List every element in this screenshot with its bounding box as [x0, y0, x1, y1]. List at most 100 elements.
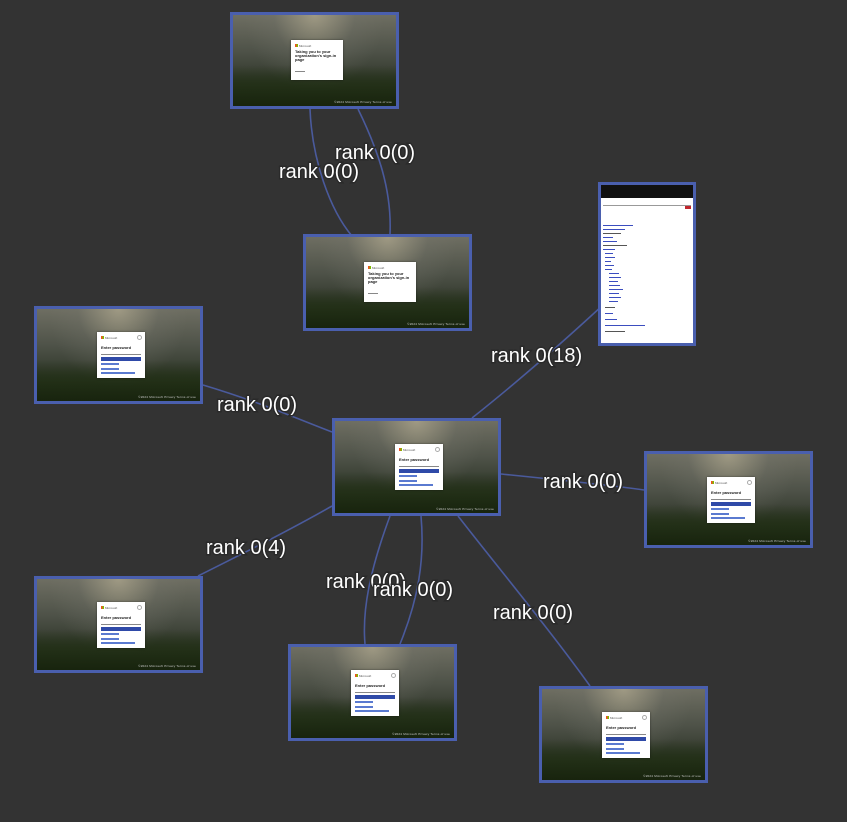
account-icon — [642, 715, 647, 720]
edge-label: rank 0(4) — [206, 537, 286, 559]
edge-label: rank 0(18) — [491, 345, 582, 367]
dialog-link[interactable] — [606, 752, 640, 754]
page-text-line — [605, 261, 611, 263]
account-icon — [137, 605, 142, 610]
dialog-link[interactable] — [399, 480, 417, 482]
screenshot-node[interactable]: Microsoft Enter password ©2024 Microsoft P… — [34, 306, 203, 404]
edge-label: rank 0(0) — [543, 471, 623, 493]
screenshot-node[interactable]: Microsoft Enter password ©2024 Microsoft P… — [644, 451, 813, 548]
page-footer: ©2024 Microsoft Privacy Terms of use — [436, 507, 494, 511]
microsoft-logo: Microsoft — [606, 716, 622, 720]
page-footer: ©2024 Microsoft Privacy Terms of use — [334, 100, 392, 104]
dialog-link[interactable] — [606, 748, 624, 750]
sign-in-button[interactable] — [711, 502, 751, 506]
screenshot-node[interactable]: Microsoft Enter password ©2024 Microsoft P… — [332, 418, 501, 516]
edge-label: rank 0(0) — [279, 161, 359, 183]
password-field[interactable] — [606, 731, 646, 735]
page-red-button — [685, 206, 691, 209]
dialog-title: Enter password — [711, 490, 742, 495]
sign-in-button[interactable] — [101, 627, 141, 631]
page-text-line — [609, 285, 620, 287]
edge-label: rank 0(0) — [217, 394, 297, 416]
signin-dialog: Microsoft Enter password — [97, 602, 145, 648]
dialog-title: Enter password — [355, 683, 386, 688]
dialog-title: Enter password — [101, 615, 132, 620]
edge-n5-n9 — [457, 515, 591, 687]
dialog-link[interactable] — [355, 706, 373, 708]
password-field[interactable] — [101, 351, 141, 355]
dialog-link[interactable] — [711, 508, 729, 510]
webpage-thumbnail — [601, 185, 693, 343]
account-icon — [435, 447, 440, 452]
page-text-line — [605, 307, 615, 309]
dialog-link[interactable] — [101, 368, 119, 370]
account-icon — [747, 480, 752, 485]
redirect-dialog: Microsoft Taking you to your organization'… — [364, 262, 416, 302]
screenshot-node[interactable] — [598, 182, 696, 346]
page-text-line — [605, 253, 613, 255]
password-field[interactable] — [711, 496, 751, 500]
page-footer: ©2024 Microsoft Privacy Terms of use — [138, 664, 196, 668]
page-text-line — [609, 277, 621, 279]
dialog-link[interactable] — [711, 517, 745, 519]
page-text-line — [603, 237, 613, 239]
dialog-link[interactable] — [399, 475, 417, 477]
page-text-line — [605, 319, 617, 321]
sign-in-button[interactable] — [606, 737, 646, 741]
page-text-line — [605, 269, 612, 271]
dialog-hint-line — [368, 290, 378, 294]
redirect-message: Taking you to your organization's sign-in… — [295, 49, 336, 63]
screenshot-node[interactable]: Microsoft Enter password ©2024 Microsoft P… — [539, 686, 708, 783]
page-text-line — [603, 233, 621, 235]
page-footer: ©2024 Microsoft Privacy Terms of use — [138, 395, 196, 399]
screenshot-node[interactable]: Microsoft Taking you to your organization'… — [230, 12, 399, 109]
page-text-line — [609, 293, 619, 295]
screenshot-node[interactable]: Microsoft Enter password ©2024 Microsoft P… — [288, 644, 457, 741]
signin-dialog: Microsoft Enter password — [395, 444, 443, 490]
page-footer: ©2024 Microsoft Privacy Terms of use — [748, 539, 806, 543]
page-header-bar — [601, 185, 693, 198]
dialog-link[interactable] — [355, 701, 373, 703]
page-text-line — [609, 273, 619, 275]
dialog-link[interactable] — [711, 513, 729, 515]
edge-label: rank 0(0) — [493, 602, 573, 624]
signin-dialog: Microsoft Enter password — [707, 477, 755, 523]
page-text-line — [603, 245, 627, 247]
page-text-line — [605, 257, 615, 259]
page-text-line — [603, 241, 617, 243]
redirect-message: Taking you to your organization's sign-in… — [368, 271, 409, 285]
dialog-link[interactable] — [355, 710, 389, 712]
dialog-link[interactable] — [101, 372, 135, 374]
screenshot-node[interactable]: Microsoft Enter password ©2024 Microsoft P… — [34, 576, 203, 673]
dialog-link[interactable] — [399, 484, 433, 486]
dialog-link[interactable] — [101, 633, 119, 635]
screenshot-node[interactable]: Microsoft Taking you to your organization'… — [303, 234, 472, 331]
dialog-title: Enter password — [606, 725, 637, 730]
account-icon — [391, 673, 396, 678]
microsoft-logo: Microsoft — [711, 481, 727, 485]
signin-dialog: Microsoft Enter password — [97, 332, 145, 378]
page-footer: ©2024 Microsoft Privacy Terms of use — [407, 322, 465, 326]
password-field[interactable] — [399, 463, 439, 467]
sign-in-button[interactable] — [101, 357, 141, 361]
edge-n2-n1 — [357, 108, 391, 235]
sign-in-button[interactable] — [355, 695, 395, 699]
password-field[interactable] — [101, 621, 141, 625]
microsoft-logo: Microsoft — [101, 606, 117, 610]
account-icon — [137, 335, 142, 340]
page-text-line — [605, 331, 625, 333]
page-text-line — [605, 325, 645, 327]
dialog-link[interactable] — [101, 363, 119, 365]
page-text-line — [603, 225, 633, 227]
microsoft-logo: Microsoft — [368, 266, 384, 270]
dialog-hint-line — [295, 68, 305, 72]
dialog-link[interactable] — [606, 743, 624, 745]
edge-label: rank 0(0) — [335, 142, 415, 164]
password-field[interactable] — [355, 689, 395, 693]
sign-in-button[interactable] — [399, 469, 439, 473]
signin-dialog: Microsoft Enter password — [602, 712, 650, 758]
microsoft-logo: Microsoft — [101, 336, 117, 340]
dialog-link[interactable] — [101, 638, 119, 640]
dialog-link[interactable] — [101, 642, 135, 644]
page-text-line — [603, 249, 615, 251]
